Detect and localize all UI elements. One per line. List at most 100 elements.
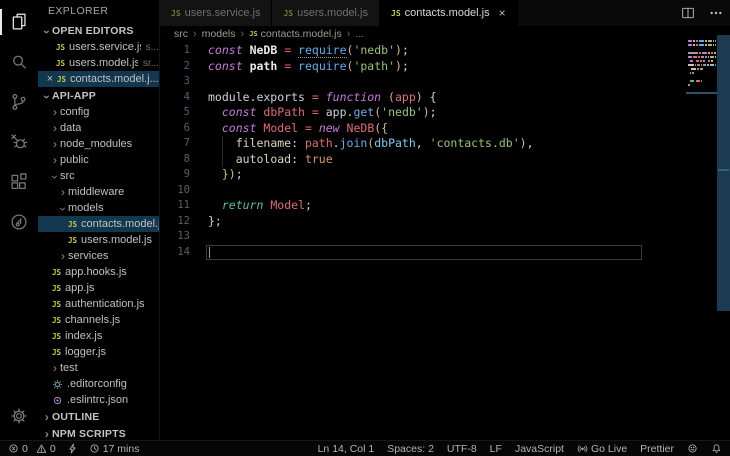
thunder-client-button[interactable]	[67, 443, 78, 454]
extensions-icon[interactable]	[0, 162, 38, 202]
breadcrumb-item[interactable]: src	[174, 28, 188, 40]
code-line[interactable]: 12};	[160, 214, 730, 230]
tree-file-authentication.js[interactable]: JSauthentication.js	[38, 296, 159, 312]
tree-file-index.js[interactable]: JSindex.js	[38, 328, 159, 344]
notifications-bell-icon[interactable]	[711, 443, 722, 454]
code-editor[interactable]: 1const NeDB = require('nedb');2const pat…	[160, 43, 730, 440]
breadcrumb-item[interactable]: models	[202, 28, 236, 40]
tree-file-app.js[interactable]: JSapp.js	[38, 280, 159, 296]
tree-item-label: middleware	[68, 186, 124, 198]
circle-extension-icon[interactable]	[0, 202, 38, 242]
code-line[interactable]: 3	[160, 74, 730, 90]
manage-gear-icon[interactable]	[0, 396, 38, 436]
search-icon[interactable]	[0, 42, 38, 82]
code-line[interactable]: 8 autoload: true	[160, 152, 730, 168]
tree-folder-config[interactable]: ›config	[38, 104, 159, 120]
tree-folder-test[interactable]: ›test	[38, 360, 159, 376]
eol-setting[interactable]: LF	[490, 443, 502, 455]
sidebar-sections: ›OUTLINE›NPM SCRIPTS	[38, 408, 159, 440]
line-number: 7	[160, 136, 190, 152]
language-mode[interactable]: JavaScript	[515, 443, 564, 455]
line-number: 2	[160, 59, 190, 75]
code-line[interactable]: 14	[160, 245, 730, 261]
open-editor-label: contacts.model.j...	[70, 73, 159, 85]
tab-contacts.model.js[interactable]: JScontacts.model.js×	[380, 0, 518, 26]
indentation-setting[interactable]: Spaces: 2	[387, 443, 434, 455]
tree-file-channels.js[interactable]: JSchannels.js	[38, 312, 159, 328]
source-control-icon[interactable]	[0, 82, 38, 122]
minimap-line	[688, 72, 716, 74]
line-number: 12	[160, 214, 190, 230]
code-line[interactable]: 5 const dbPath = app.get('nedb');	[160, 105, 730, 121]
breadcrumb-item[interactable]: ...	[355, 28, 364, 40]
prettier-button[interactable]: Prettier	[640, 443, 674, 455]
open-editor-item[interactable]: JSusers.model.jssr...	[38, 55, 159, 71]
more-actions-icon[interactable]	[708, 5, 724, 21]
code-text: });	[190, 167, 243, 183]
code-line[interactable]: 13	[160, 229, 730, 245]
js-file-icon: JS	[68, 236, 77, 245]
code-line[interactable]: 4module.exports = function (app) {	[160, 90, 730, 106]
code-line[interactable]: 11 return Model;	[160, 198, 730, 214]
open-editor-item[interactable]: JSusers.service.jss...	[38, 39, 159, 55]
tree-folder-models[interactable]: ›models	[38, 200, 159, 216]
tree-folder-public[interactable]: ›public	[38, 152, 159, 168]
go-live-button[interactable]: Go Live	[577, 443, 627, 455]
tree-file-logger.js[interactable]: JSlogger.js	[38, 344, 159, 360]
code-text: const dbPath = app.get('nedb');	[190, 105, 437, 121]
section-header-outline[interactable]: ›OUTLINE	[38, 408, 159, 425]
problems-indicator[interactable]: 0 0	[8, 443, 56, 455]
tree-file-.eslintrc.json[interactable]: .eslintrc.json	[38, 392, 159, 408]
code-line[interactable]: 1const NeDB = require('nedb');	[160, 43, 730, 59]
indent-guide	[222, 136, 223, 152]
close-icon[interactable]: ×	[499, 7, 506, 19]
code-line[interactable]: 10	[160, 183, 730, 199]
tree-file-app.hooks.js[interactable]: JSapp.hooks.js	[38, 264, 159, 280]
folder-root-header[interactable]: › API-APP	[38, 87, 159, 104]
section-header-npm-scripts[interactable]: ›NPM SCRIPTS	[38, 425, 159, 440]
tree-folder-data[interactable]: ›data	[38, 120, 159, 136]
tree-folder-src[interactable]: ›src	[38, 168, 159, 184]
tab-users.model.js[interactable]: JSusers.model.js	[272, 0, 380, 26]
tab-users.service.js[interactable]: JSusers.service.js	[160, 0, 272, 26]
breadcrumb-item[interactable]: JScontacts.model.js	[249, 28, 342, 40]
chevron-down-icon: ›	[58, 204, 68, 214]
chevron-right-icon: ›	[42, 429, 52, 439]
js-file-icon: JS	[52, 300, 61, 309]
tree-folder-node-modules[interactable]: ›node_modules	[38, 136, 159, 152]
lightning-icon	[67, 443, 78, 454]
run-debug-icon[interactable]	[0, 122, 38, 162]
split-editor-icon[interactable]	[680, 5, 696, 21]
close-icon[interactable]: ×	[44, 73, 56, 85]
code-line[interactable]: 2const path = require('path');	[160, 59, 730, 75]
minimap[interactable]	[688, 40, 716, 104]
js-file-icon: JS	[52, 348, 61, 357]
chevron-down-icon: ›	[50, 172, 60, 182]
tree-file-.editorconfig[interactable]: .editorconfig	[38, 376, 159, 392]
open-editors-header[interactable]: › OPEN EDITORS	[38, 22, 159, 39]
encoding-setting[interactable]: UTF-8	[447, 443, 477, 455]
tree-file-contacts.model.js[interactable]: JScontacts.model.js	[38, 216, 159, 232]
feedback-smiley-icon[interactable]	[687, 443, 698, 454]
chevron-right-icon: ›	[58, 187, 68, 197]
js-file-icon: JS	[52, 316, 61, 325]
code-line[interactable]: 7 filename: path.join(dbPath, 'contacts.…	[160, 136, 730, 152]
indent-guide	[222, 152, 223, 168]
tree-item-label: test	[60, 362, 78, 374]
line-number: 6	[160, 121, 190, 137]
js-file-icon: JS	[56, 43, 65, 52]
tree-folder-middleware[interactable]: ›middleware	[38, 184, 159, 200]
chevron-right-icon: ›	[50, 107, 60, 117]
explorer-icon[interactable]	[0, 2, 38, 42]
code-line[interactable]: 6 const Model = new NeDB({	[160, 121, 730, 137]
js-file-icon: JS	[249, 30, 257, 38]
cursor-position[interactable]: Ln 14, Col 1	[318, 443, 375, 455]
vertical-scrollbar[interactable]	[717, 35, 730, 311]
open-editor-item[interactable]: ×JScontacts.model.j...	[38, 71, 159, 87]
tree-file-users.model.js[interactable]: JSusers.model.js	[38, 232, 159, 248]
code-line[interactable]: 9 });	[160, 167, 730, 183]
code-text: };	[190, 214, 222, 230]
tree-folder-services[interactable]: ›services	[38, 248, 159, 264]
timer-indicator[interactable]: 17 mins	[89, 443, 140, 455]
status-bar: 0 0 17 mins Ln 14, Col 1 Spaces: 2 UTF-8…	[0, 440, 730, 456]
